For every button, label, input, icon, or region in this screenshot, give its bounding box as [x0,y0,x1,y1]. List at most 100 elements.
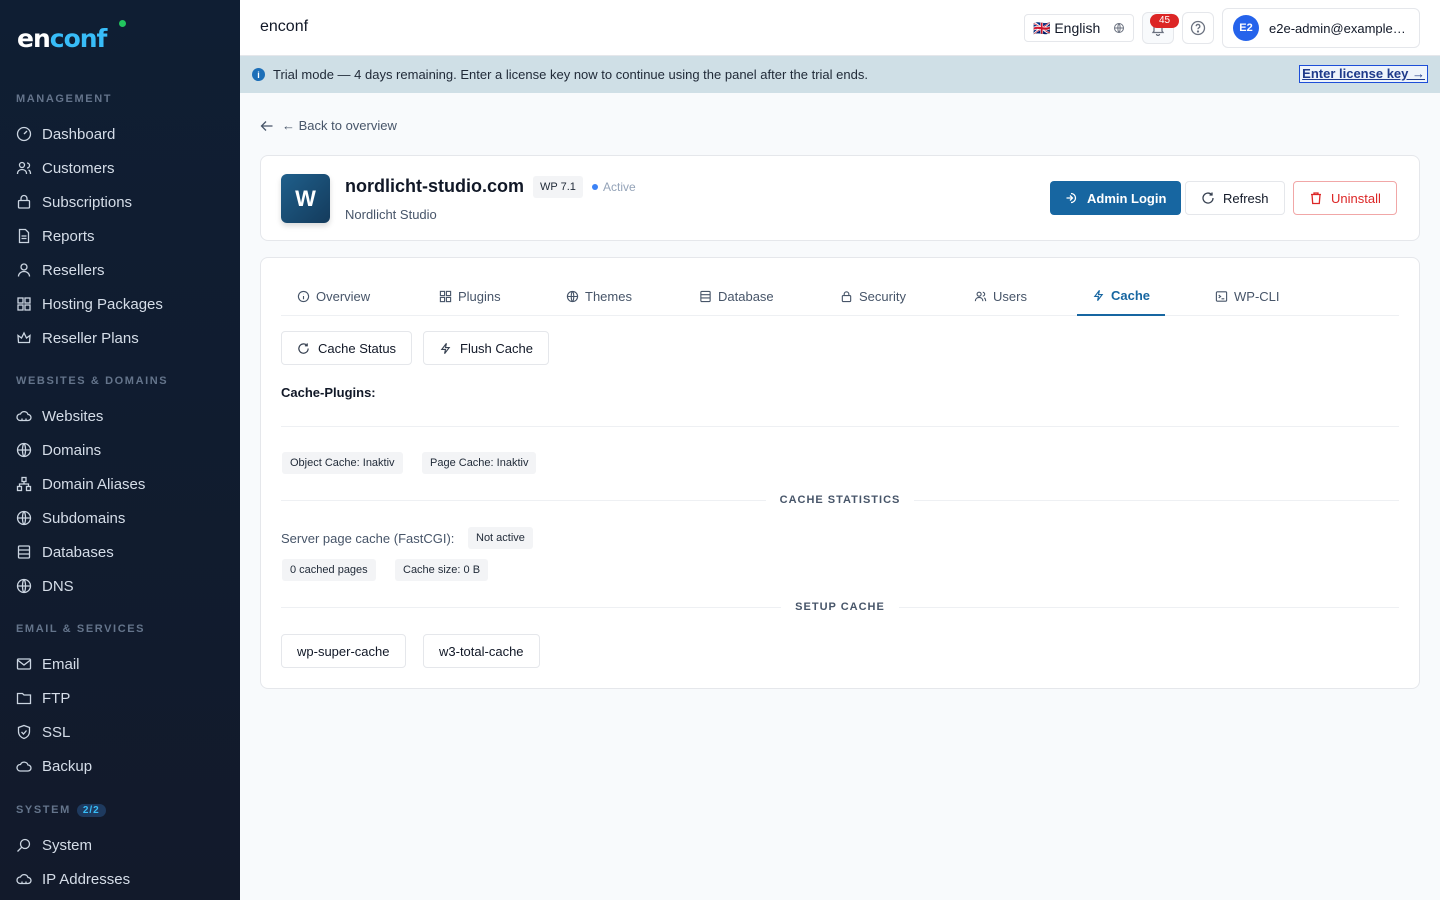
globe-icon [566,290,579,302]
cloud-icon [16,410,32,422]
grid-icon [17,297,31,311]
login-icon [1066,192,1077,204]
refresh-button[interactable]: Refresh [1185,181,1285,215]
shield-check-icon [17,724,31,740]
status-dot [592,184,598,190]
section-label-email: EMAIL & SERVICES [16,623,146,635]
topbar: enconf 🇬🇧 English 45 E2 e2e-admin@exampl… [240,0,1440,56]
sidebar-item-resellers[interactable]: Resellers [16,256,226,284]
admin-login-button[interactable]: Admin Login [1050,181,1182,215]
sidebar-item-label: Email [42,655,80,673]
back-to-overview-link[interactable]: ← Back to overview [260,118,397,133]
globe-icon [16,578,32,594]
reports-icon [18,228,30,244]
trial-banner: i Trial mode — 4 days remaining. Enter a… [240,56,1440,93]
tab-themes[interactable]: Themes [566,276,632,316]
wp-version-badge: WP 7.1 [533,176,583,198]
customers-icon [16,161,32,175]
sidebar-item-backup[interactable]: Backup [16,752,226,780]
search-icon [17,838,31,852]
tab-users[interactable]: Users [974,276,1027,316]
tab-wp-cli[interactable]: WP-CLI [1215,276,1280,316]
sidebar-item-label: FTP [42,689,71,707]
sidebar-item-label: Customers [42,159,115,177]
sidebar-item-reseller-plans[interactable]: Reseller Plans [16,324,226,352]
divider [281,426,1399,427]
sidebar-item-label: DNS [42,577,74,595]
cache-status-button[interactable]: Cache Status [281,331,413,365]
sidebar-item-databases[interactable]: Databases [16,538,226,566]
sidebar-item-label: Subscriptions [42,193,133,211]
sidebar-item-email[interactable]: Email [16,650,226,678]
sidebar-item-label: Reseller Plans [42,329,139,347]
app-logo[interactable]: enconf [17,24,107,53]
server-cache-status-badge: Not active [468,527,533,549]
cloud-icon [16,761,32,772]
sidebar-item-label: Backup [42,757,93,775]
sitemap-icon [16,476,32,492]
enter-license-link[interactable]: Enter license key → [1299,65,1428,83]
sidebar-item-system[interactable]: System [16,831,226,859]
help-button[interactable] [1182,12,1214,44]
sidebar: enconf MANAGEMENT Dashboard Customers Su… [0,0,240,900]
language-label: 🇬🇧 English [1033,19,1101,36]
info-icon [297,290,310,302]
sidebar-item-domains[interactable]: Domains [16,436,226,464]
tab-overview[interactable]: Overview [297,276,370,316]
sidebar-item-ssl[interactable]: SSL [16,718,226,746]
flush-cache-button[interactable]: Flush Cache [423,331,549,365]
sidebar-item-label: Databases [42,543,114,561]
sidebar-item-subscriptions[interactable]: Subscriptions [16,188,226,216]
sidebar-item-dashboard[interactable]: Dashboard [16,120,226,148]
tab-cache[interactable]: Cache [1077,276,1166,316]
system-badge: 2/2 [76,804,106,817]
refresh-icon [298,342,309,354]
sidebar-item-label: Resellers [42,261,105,279]
bolt-icon [1093,289,1104,301]
sidebar-item-label: System [42,836,93,854]
tab-database[interactable]: Database [699,276,774,316]
globe-icon [1114,23,1124,33]
sidebar-item-dns[interactable]: DNS [16,572,226,600]
sidebar-item-websites[interactable]: Websites [16,402,226,430]
sidebar-item-ftp[interactable]: FTP [16,684,226,712]
sidebar-item-customers[interactable]: Customers [16,154,226,182]
cache-plugins-label: Cache-Plugins: [281,385,376,400]
setup-w3-total-cache-button[interactable]: w3-total-cache [423,634,540,668]
tab-plugins[interactable]: Plugins [439,276,501,316]
page-cache-badge: Page Cache: Inaktiv [422,452,537,474]
back-link-label: ← Back to overview [282,118,397,133]
section-label-websites: WEBSITES & DOMAINS [16,375,169,387]
info-icon: i [252,68,265,81]
avatar: E2 [1233,15,1259,41]
trash-icon [1311,192,1321,205]
plugins-icon [439,290,452,302]
top-brand: enconf [260,18,309,35]
users-icon [974,291,987,301]
language-select[interactable]: 🇬🇧 English [1024,14,1134,42]
user-menu[interactable]: E2 e2e-admin@example… [1222,8,1420,48]
tab-bar: Overview Plugins Themes Database Securit… [281,276,1399,316]
dashboard-icon [16,126,32,142]
refresh-icon [1202,192,1214,204]
globe-icon [16,510,32,526]
section-label-system: SYSTEM 2/2 [16,804,106,817]
uninstall-button[interactable]: Uninstall [1293,181,1397,215]
tab-security[interactable]: Security [840,276,906,316]
site-domain: nordlicht-studio.com [345,176,524,196]
bolt-icon [440,342,451,354]
database-icon [17,545,31,559]
sidebar-item-domain-aliases[interactable]: Domain Aliases [16,470,226,498]
status-badge: Active [592,180,636,194]
setup-wp-super-cache-button[interactable]: wp-super-cache [281,634,406,668]
subscriptions-icon [17,194,31,209]
help-icon [1190,20,1206,36]
sidebar-item-subdomains[interactable]: Subdomains [16,504,226,532]
database-icon [700,290,711,302]
arrow-left-icon [260,120,273,131]
sidebar-item-ip-addresses[interactable]: IP Addresses [16,865,226,893]
sidebar-item-reports[interactable]: Reports [16,222,226,250]
sidebar-item-hosting-packages[interactable]: Hosting Packages [16,290,226,318]
terminal-icon [1215,290,1228,302]
notification-count-badge: 45 [1150,14,1179,28]
